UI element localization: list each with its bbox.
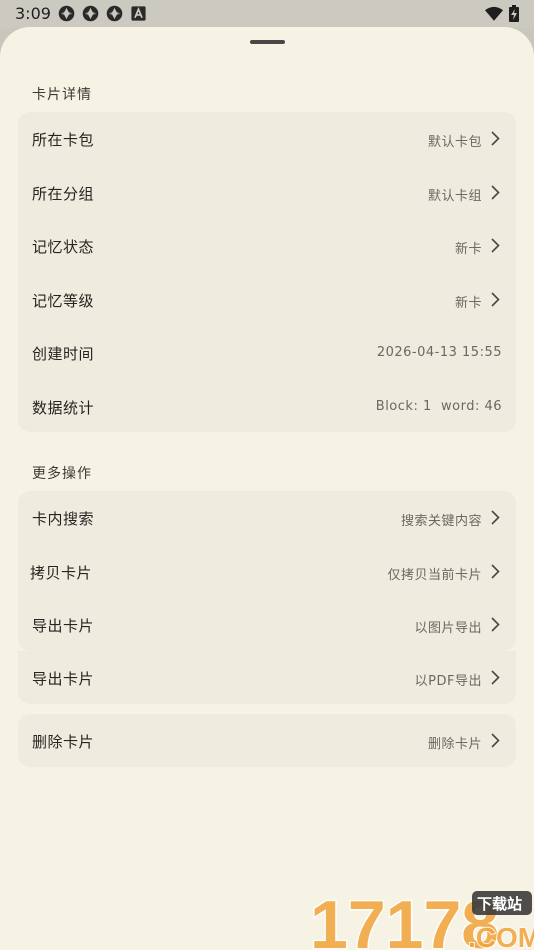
drag-handle[interactable]	[250, 40, 285, 44]
row-value: 以图片导出	[414, 621, 482, 636]
delete-card: 删除卡片 删除卡片	[18, 714, 516, 767]
row-copy-card[interactable]: 拷贝卡片 仅拷贝当前卡片	[18, 545, 516, 598]
row-label: 卡内搜索	[32, 510, 95, 528]
row-label: 导出卡片	[32, 670, 95, 688]
bottom-sheet: 卡片详情 所在卡包 默认卡包 所在分组 默认卡组 记忆状态 新卡 记忆等级 新卡…	[0, 27, 534, 950]
row-value: 搜索关键内容	[400, 514, 482, 529]
watermark-logo: 17178 下载站 .COM	[309, 886, 534, 950]
watermark-domain: .COM	[468, 922, 534, 950]
row-value: 新卡	[454, 296, 482, 311]
wifi-icon	[485, 6, 503, 21]
row-export-image[interactable]: 导出卡片 以图片导出	[18, 598, 516, 651]
chevron-right-icon	[491, 670, 500, 685]
row-memory-state[interactable]: 记忆状态 新卡	[18, 219, 516, 272]
chevron-right-icon	[491, 510, 500, 525]
aperture-icon	[82, 5, 99, 22]
row-value: 仅拷贝当前卡片	[387, 568, 482, 583]
watermark-tag: 下载站	[477, 895, 522, 913]
aperture-icon	[58, 5, 75, 22]
status-system-icons	[485, 5, 519, 22]
export-pdf-card: 导出卡片 以PDF导出	[18, 651, 516, 704]
row-memory-level[interactable]: 记忆等级 新卡	[18, 273, 516, 326]
row-label: 拷贝卡片	[30, 564, 93, 582]
more-actions-card: 卡内搜索 搜索关键内容 拷贝卡片 仅拷贝当前卡片 导出卡片 以图片导出	[18, 491, 516, 651]
status-bar: 3:09	[0, 0, 534, 28]
row-label: 所在分组	[32, 185, 95, 203]
chevron-right-icon	[491, 131, 500, 146]
row-label: 记忆等级	[32, 292, 95, 310]
chevron-right-icon	[491, 564, 500, 579]
row-label: 数据统计	[32, 399, 95, 417]
row-value: 删除卡片	[427, 737, 482, 752]
row-value: 新卡	[454, 242, 482, 257]
chevron-right-icon	[491, 292, 500, 307]
aperture-icon	[106, 5, 123, 22]
status-time: 3:09	[15, 4, 51, 23]
row-delete-card[interactable]: 删除卡片 删除卡片	[18, 714, 516, 767]
battery-icon	[509, 5, 519, 22]
row-label: 导出卡片	[32, 617, 95, 635]
chevron-right-icon	[491, 238, 500, 253]
text-a-icon	[131, 6, 146, 21]
row-label: 创建时间	[32, 345, 95, 363]
row-label: 删除卡片	[32, 733, 95, 751]
chevron-right-icon	[491, 185, 500, 200]
row-value: 默认卡组	[427, 189, 482, 204]
section-title-more: 更多操作	[32, 466, 92, 482]
row-label: 所在卡包	[32, 131, 95, 149]
row-value: Block: 1 word: 46	[375, 399, 502, 414]
row-card-package[interactable]: 所在卡包 默认卡包	[18, 112, 516, 165]
row-in-card-search[interactable]: 卡内搜索 搜索关键内容	[18, 491, 516, 544]
row-export-pdf[interactable]: 导出卡片 以PDF导出	[18, 651, 516, 704]
row-value: 以PDF导出	[414, 674, 482, 689]
row-card-group[interactable]: 所在分组 默认卡组	[18, 166, 516, 219]
row-created-time: 创建时间 2026-04-13 15:55	[18, 326, 516, 379]
row-value: 默认卡包	[427, 135, 482, 150]
status-notification-icons	[58, 5, 147, 22]
details-card: 所在卡包 默认卡包 所在分组 默认卡组 记忆状态 新卡 记忆等级 新卡 创建时间…	[18, 112, 516, 432]
chevron-right-icon	[491, 617, 500, 632]
section-title-details: 卡片详情	[32, 87, 92, 103]
chevron-right-icon	[491, 733, 500, 748]
row-label: 记忆状态	[32, 238, 95, 256]
row-value: 2026-04-13 15:55	[376, 345, 502, 360]
row-data-stats: 数据统计 Block: 1 word: 46	[18, 380, 516, 433]
